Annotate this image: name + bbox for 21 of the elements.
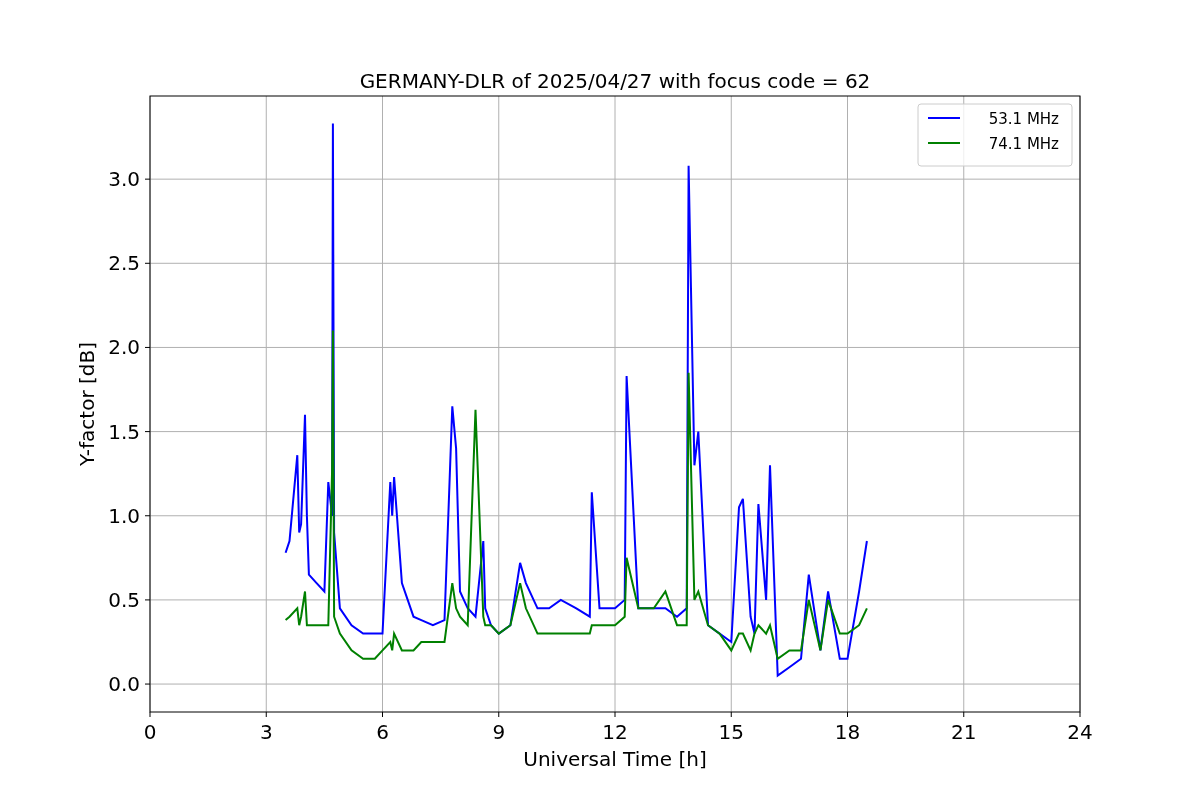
x-tick-label: 12 bbox=[602, 720, 628, 744]
y-tick-label: 2.0 bbox=[108, 335, 140, 360]
y-tick-label: 0.0 bbox=[108, 672, 140, 697]
legend-label: 74.1 MHz bbox=[988, 135, 1059, 153]
x-tick-label: 6 bbox=[376, 720, 389, 744]
y-tick-label: 1.0 bbox=[108, 503, 140, 528]
x-tick-label: 9 bbox=[492, 720, 506, 744]
x-tick-label: 0 bbox=[143, 720, 157, 744]
x-tick-label: 24 bbox=[1067, 720, 1093, 744]
x-tick-label: 15 bbox=[718, 720, 744, 744]
y-tick-label: 1.5 bbox=[108, 419, 140, 444]
legend-label: 53.1 MHz bbox=[988, 110, 1059, 128]
x-tick-label: 3 bbox=[259, 720, 273, 744]
y-tick-label: 2.5 bbox=[108, 251, 140, 276]
y-tick-label: 0.5 bbox=[108, 587, 140, 612]
x-tick-label: 18 bbox=[834, 720, 861, 744]
y-axis-label: Y-factor [dB] bbox=[75, 342, 99, 466]
x-tick-label: 21 bbox=[951, 720, 977, 744]
y-tick-label: 3.0 bbox=[108, 167, 140, 192]
chart-title: GERMANY-DLR of 2025/04/27 with focus code = 62 bbox=[359, 69, 871, 93]
x-axis-label: Universal Time [h] bbox=[523, 747, 707, 771]
